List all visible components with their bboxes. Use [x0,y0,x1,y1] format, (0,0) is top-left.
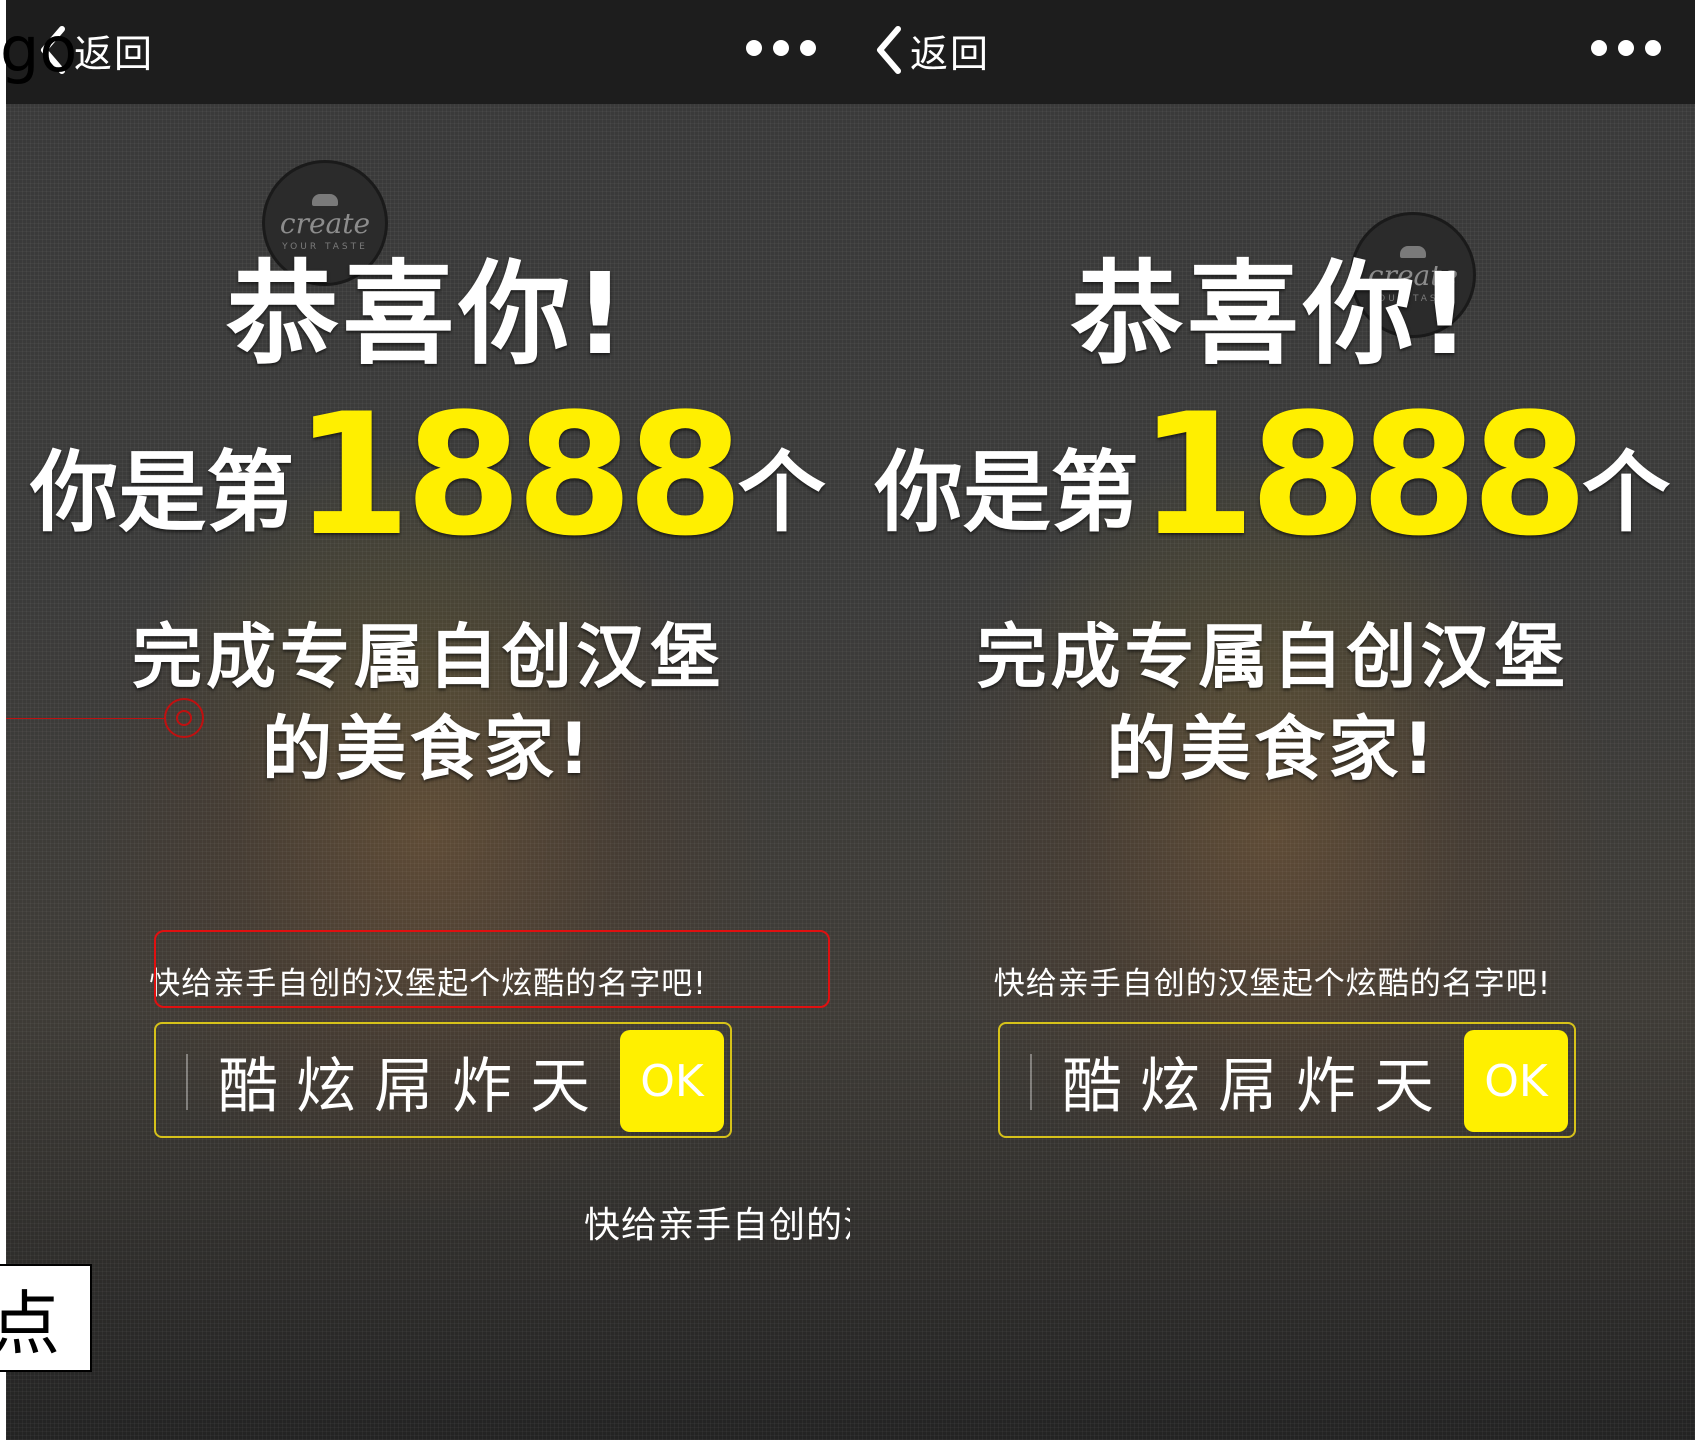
back-label: 返回 [74,31,155,76]
phone-screen-right: 返回 create YOUR TASTE 恭喜你! 你是第1888个 完成专属自… [850,0,1695,1440]
rank-heading: 你是第1888个 [6,391,850,568]
burger-name-form: OK [998,1022,1576,1138]
ok-button[interactable]: OK [620,1030,724,1132]
clipped-label-box: 点 [0,1264,92,1372]
more-dot-icon [1645,40,1661,56]
more-dot-icon [773,40,789,56]
name-prompt-text: 快给亲手自创的汉堡起个炫酷的名字吧! [993,966,1552,1002]
nav-bar: 返回 [850,0,1695,104]
achievement-line-1: 完成专属自创汉堡 [976,616,1569,698]
clipped-overlay-text: go [0,13,78,86]
annotation-target-icon [164,698,204,738]
label-box-text: 点 [0,1268,60,1369]
input-cursor [186,1054,188,1110]
rank-number: 1888 [1138,377,1589,573]
input-cursor [1030,1054,1032,1110]
ok-button[interactable]: OK [1464,1030,1568,1132]
more-dot-icon [746,40,762,56]
congrats-heading: 恭喜你! [226,250,630,380]
more-dot-icon [800,40,816,56]
rank-suffix: 个 [1582,441,1671,544]
annotation-leader-line [6,718,164,719]
annotation-highlight-box [154,930,830,1008]
more-menu-button[interactable] [746,36,816,60]
more-dot-icon [1618,40,1634,56]
burger-name-input[interactable] [218,1042,598,1120]
congrats-heading: 恭喜你! [1070,250,1475,380]
more-dot-icon [1591,40,1607,56]
phone-screen-left: 返回 create YOUR TASTE 恭喜你! 你是第1888个 完成专属自… [6,0,850,1440]
rank-prefix: 你是第 [874,441,1139,544]
achievement-line-1: 完成专属自创汉堡 [132,616,724,698]
logo-word: create [279,207,371,240]
rank-prefix: 你是第 [30,441,295,544]
burger-name-input[interactable] [1062,1042,1442,1120]
back-label: 返回 [910,31,991,76]
rank-number: 1888 [294,377,744,573]
back-button[interactable]: 返回 [874,20,990,80]
rank-heading: 你是第1888个 [850,391,1695,568]
achievement-line-2: 的美食家! [1106,708,1439,790]
more-menu-button[interactable] [1591,36,1661,60]
chef-hat-icon [312,194,338,206]
rank-suffix: 个 [737,441,826,544]
burger-name-form: OK [154,1022,732,1138]
floating-hint-text: 快给亲手自创的汉 [584,1205,850,1246]
chevron-left-icon [874,25,904,75]
nav-bar: 返回 [6,0,850,104]
